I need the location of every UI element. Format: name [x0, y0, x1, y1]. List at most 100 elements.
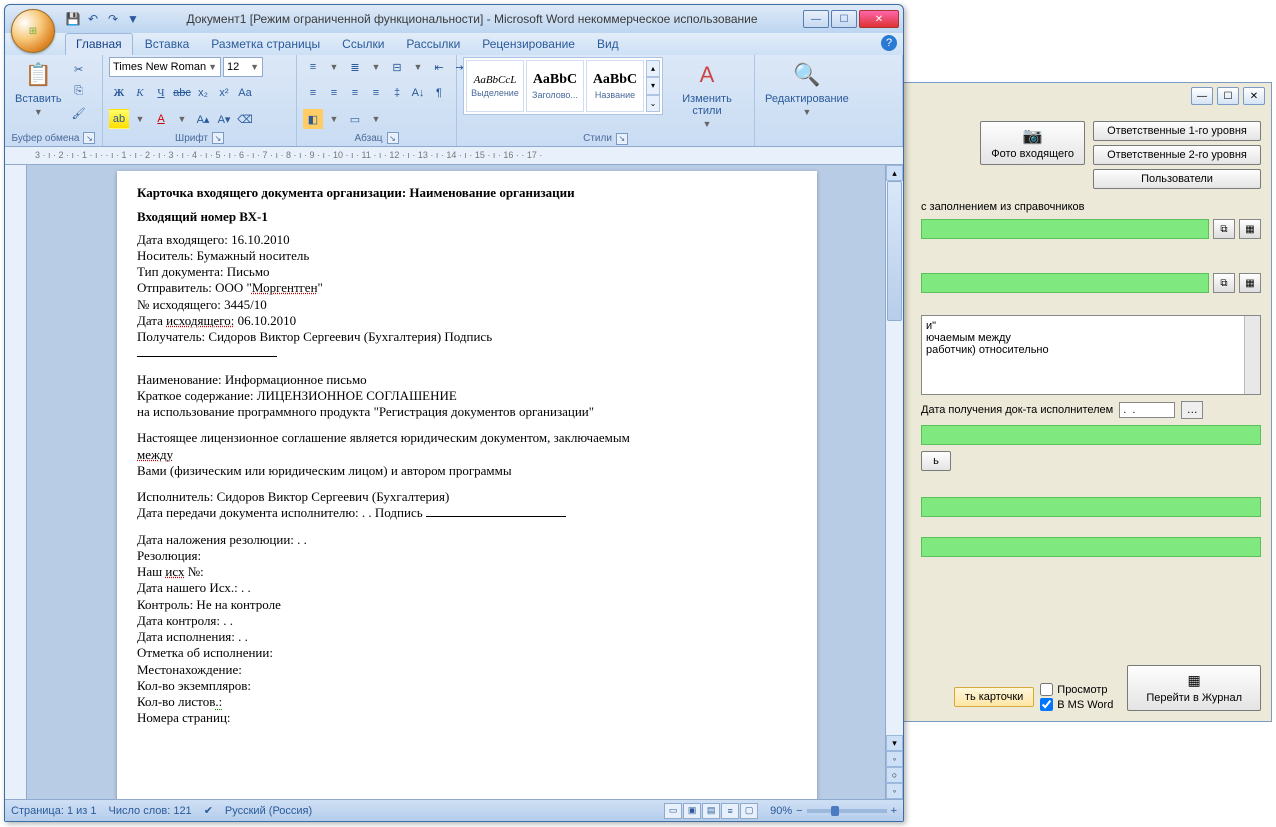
grow-font-button[interactable]: A▴	[193, 109, 213, 129]
close-button[interactable]: ✕	[859, 10, 899, 28]
qat-dropdown-icon[interactable]: ▼	[125, 11, 141, 27]
underline-button[interactable]: Ч	[151, 83, 171, 103]
sort-button[interactable]: A↓	[408, 83, 428, 103]
bold-button[interactable]: Ж	[109, 83, 129, 103]
tab-layout[interactable]: Разметка страницы	[201, 34, 330, 55]
lookup-button-2a[interactable]: ⧉	[1213, 273, 1235, 293]
editing-button[interactable]: 🔍 Редактирование ▼	[761, 57, 853, 119]
green-input-5[interactable]	[921, 537, 1261, 557]
highlight-button[interactable]: ab	[109, 109, 129, 129]
fullscreen-view[interactable]: ▣	[683, 803, 701, 819]
style-heading[interactable]: AaBbCЗаголово...	[526, 60, 584, 112]
green-input-2[interactable]	[921, 273, 1209, 293]
preview-checkbox[interactable]: Просмотр	[1040, 683, 1113, 696]
green-input-4[interactable]	[921, 497, 1261, 517]
browse-object-icon[interactable]: ○	[886, 767, 903, 783]
lookup-button-2b[interactable]: ▦	[1239, 273, 1261, 293]
bullets-button[interactable]: ≡	[303, 57, 323, 77]
content-textarea[interactable]: и" ючаемым между работчик) относительно	[921, 315, 1261, 395]
date-received-input[interactable]	[1119, 402, 1175, 418]
dialog-launcher-icon[interactable]: ↘	[616, 133, 628, 145]
font-color-button[interactable]: A	[151, 109, 171, 129]
maximize-button[interactable]: ☐	[831, 10, 857, 28]
undo-icon[interactable]: ↶	[85, 11, 101, 27]
align-left-button[interactable]: ≡	[303, 83, 323, 103]
font-size-combo[interactable]: 12▼	[223, 57, 263, 77]
borders-button[interactable]: ▭	[345, 109, 365, 129]
dialog-launcher-icon[interactable]: ↘	[212, 132, 224, 144]
date-picker-button[interactable]: …	[1181, 401, 1203, 419]
prev-page-icon[interactable]: ◦	[886, 751, 903, 767]
tab-mailings[interactable]: Рассылки	[396, 34, 470, 55]
scroll-thumb[interactable]	[887, 181, 902, 321]
print-card-button[interactable]: ть карточки	[954, 687, 1034, 707]
incoming-photo-button[interactable]: 📷 Фото входящего	[980, 121, 1085, 165]
close-button[interactable]: ✕	[1243, 87, 1265, 105]
draft-view[interactable]: ▢	[740, 803, 758, 819]
paste-button[interactable]: 📋 Вставить ▼	[11, 57, 66, 119]
copy-button[interactable]: ⎘	[69, 81, 89, 101]
document-page[interactable]: Карточка входящего документа организации…	[117, 171, 817, 799]
partial-button-b[interactable]: ь	[921, 451, 951, 471]
redo-icon[interactable]: ↷	[105, 11, 121, 27]
horizontal-ruler[interactable]: 3 · ı · 2 · ı · 1 · ı · · ı · 1 · ı · 2 …	[5, 147, 903, 165]
line-spacing-button[interactable]: ‡	[387, 83, 407, 103]
help-icon[interactable]: ?	[881, 35, 897, 51]
status-lang[interactable]: Русский (Россия)	[225, 805, 312, 817]
styles-gallery[interactable]: AaBbCcLВыделение AaBbCЗаголово... AaBbCН…	[463, 57, 663, 115]
scroll-up-icon[interactable]: ▴	[886, 165, 903, 181]
tab-view[interactable]: Вид	[587, 34, 629, 55]
tab-review[interactable]: Рецензирование	[472, 34, 585, 55]
align-right-button[interactable]: ≡	[345, 83, 365, 103]
format-painter-button[interactable]: 🖌	[69, 103, 89, 123]
office-button[interactable]: ⊞	[11, 9, 55, 53]
highlight-dropdown[interactable]: ▼	[130, 109, 150, 129]
maximize-button[interactable]: ☐	[1217, 87, 1239, 105]
subscript-button[interactable]: x₂	[193, 83, 213, 103]
spellcheck-icon[interactable]: ✔	[204, 804, 213, 817]
change-case-button[interactable]: Aa	[235, 83, 255, 103]
shrink-font-button[interactable]: A▾	[214, 109, 234, 129]
go-to-journal-button[interactable]: ▦ Перейти в Журнал	[1127, 665, 1261, 711]
save-icon[interactable]: 💾	[65, 11, 81, 27]
lookup-button-1a[interactable]: ⧉	[1213, 219, 1235, 239]
cut-button[interactable]: ✂	[69, 59, 89, 79]
multilevel-button[interactable]: ⊟	[387, 57, 407, 77]
green-input-3[interactable]	[921, 425, 1261, 445]
zoom-value[interactable]: 90%	[770, 805, 792, 817]
green-input-1[interactable]	[921, 219, 1209, 239]
indent-dec-button[interactable]: ⇤	[429, 57, 449, 77]
page-viewport[interactable]: Карточка входящего документа организации…	[27, 165, 885, 799]
dialog-launcher-icon[interactable]: ↘	[83, 132, 95, 144]
font-color-dropdown[interactable]: ▼	[172, 109, 192, 129]
numbering-button[interactable]: ≣	[345, 57, 365, 77]
zoom-in-button[interactable]: +	[891, 805, 897, 817]
textarea-scrollbar[interactable]	[1244, 316, 1260, 394]
zoom-out-button[interactable]: −	[796, 805, 802, 817]
justify-button[interactable]: ≡	[366, 83, 386, 103]
print-layout-view[interactable]: ▭	[664, 803, 682, 819]
responsible-level1-button[interactable]: Ответственные 1-го уровня	[1093, 121, 1261, 141]
tab-home[interactable]: Главная	[65, 33, 133, 55]
strike-button[interactable]: abc	[172, 83, 192, 103]
scroll-down-icon[interactable]: ▾	[886, 735, 903, 751]
styles-scroll[interactable]: ▴▾⌄	[646, 60, 660, 112]
dialog-launcher-icon[interactable]: ↘	[387, 132, 399, 144]
align-center-button[interactable]: ≡	[324, 83, 344, 103]
lookup-button-1b[interactable]: ▦	[1239, 219, 1261, 239]
superscript-button[interactable]: x²	[214, 83, 234, 103]
tab-references[interactable]: Ссылки	[332, 34, 394, 55]
zoom-slider[interactable]	[807, 809, 887, 813]
style-emphasis[interactable]: AaBbCcLВыделение	[466, 60, 524, 112]
change-styles-button[interactable]: A Изменить стили ▼	[666, 57, 748, 131]
vertical-ruler[interactable]	[5, 165, 27, 799]
minimize-button[interactable]: —	[803, 10, 829, 28]
clear-format-button[interactable]: ⌫	[235, 109, 255, 129]
italic-button[interactable]: К	[130, 83, 150, 103]
vertical-scrollbar[interactable]: ▴ ▾ ◦ ○ ◦	[885, 165, 903, 799]
font-name-combo[interactable]: Times New Roman▼	[109, 57, 221, 77]
show-marks-button[interactable]: ¶	[429, 83, 449, 103]
next-page-icon[interactable]: ◦	[886, 783, 903, 799]
status-words[interactable]: Число слов: 121	[109, 805, 192, 817]
style-title[interactable]: AaBbCНазвание	[586, 60, 644, 112]
